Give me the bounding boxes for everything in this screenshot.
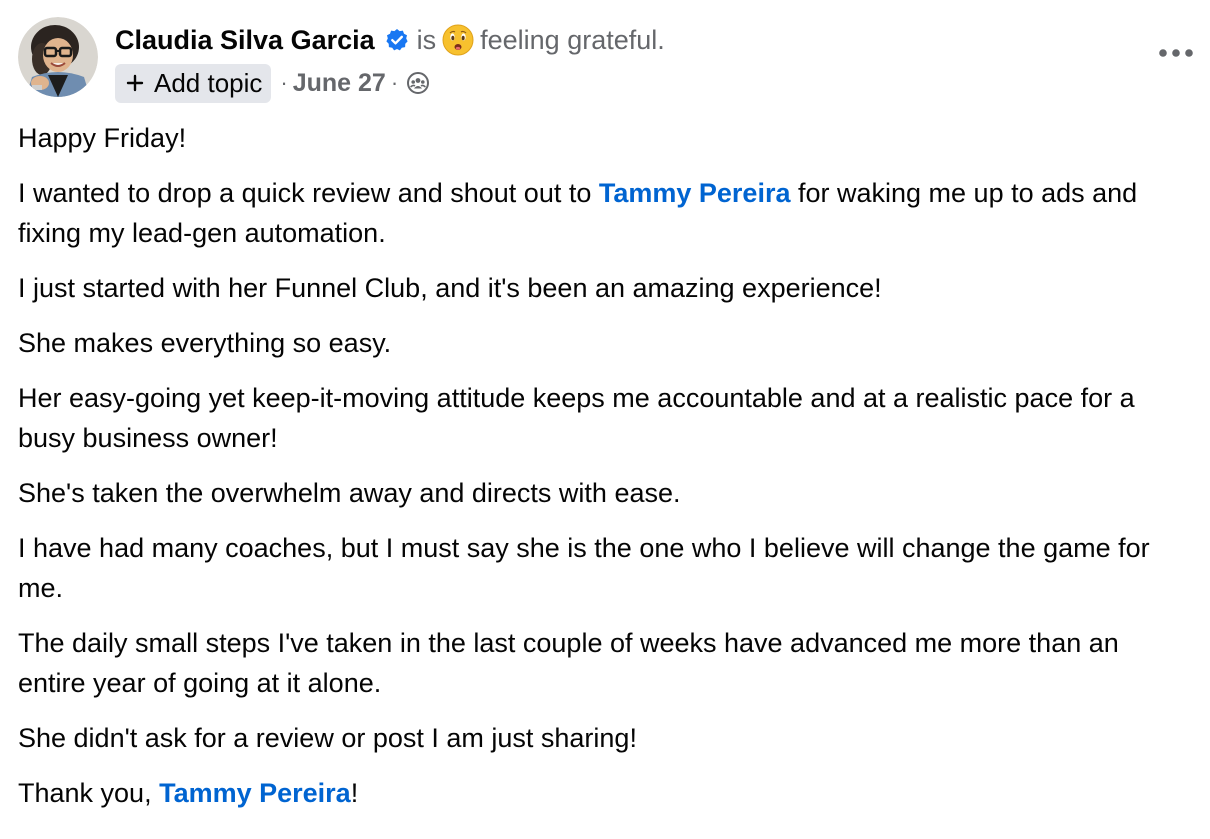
post-paragraph: Thank you, Tammy Pereira! bbox=[18, 773, 1193, 813]
plus-icon bbox=[125, 73, 145, 93]
paragraph-text: Thank you, bbox=[18, 778, 160, 808]
paragraph-text: ! bbox=[350, 778, 359, 808]
post-paragraph: Happy Friday! bbox=[18, 123, 187, 153]
post-paragraph: The daily small steps I've taken in the … bbox=[18, 628, 1119, 698]
feeling-text[interactable]: feeling grateful. bbox=[480, 25, 665, 56]
mention-link[interactable]: Tammy Pereira bbox=[159, 778, 351, 808]
author-avatar[interactable] bbox=[18, 17, 98, 97]
post-paragraph: She didn't ask for a review or post I am… bbox=[18, 723, 637, 753]
post-paragraph: Her easy-going yet keep-it-moving attitu… bbox=[18, 383, 1135, 453]
author-name[interactable]: Claudia Silva Garcia bbox=[115, 25, 375, 56]
post-body: Happy Friday! I wanted to drop a quick r… bbox=[18, 118, 1193, 828]
post-paragraph: I have had many coaches, but I must say … bbox=[18, 533, 1150, 603]
post-header-title: Claudia Silva Garcia is feeling grateful… bbox=[115, 22, 665, 58]
add-topic-button[interactable]: Add topic bbox=[115, 63, 272, 103]
paragraph-text: I wanted to drop a quick review and shou… bbox=[18, 178, 599, 208]
grateful-face-emoji-icon bbox=[442, 24, 474, 56]
post-meta: Add topic · June 27 · bbox=[115, 63, 430, 103]
feeling-prefix: is bbox=[416, 24, 437, 55]
more-options-button[interactable] bbox=[1154, 36, 1198, 70]
post-date[interactable]: June 27 bbox=[293, 69, 386, 98]
post-paragraph: I just started with her Funnel Club, and… bbox=[18, 273, 882, 303]
add-topic-label: Add topic bbox=[154, 67, 263, 98]
mention-link[interactable]: Tammy Pereira bbox=[599, 178, 791, 208]
group-members-icon[interactable] bbox=[406, 71, 430, 95]
post-paragraph: I wanted to drop a quick review and shou… bbox=[18, 173, 1193, 253]
feed-post: Claudia Silva Garcia is feeling grateful… bbox=[0, 0, 1210, 839]
verified-badge-icon bbox=[385, 28, 409, 52]
more-options-icon bbox=[1159, 49, 1193, 57]
post-paragraph: She's taken the overwhelm away and direc… bbox=[18, 478, 681, 508]
meta-separator: · bbox=[390, 70, 399, 95]
post-paragraph: She makes everything so easy. bbox=[18, 328, 392, 358]
person-avatar-photo-icon bbox=[18, 17, 98, 97]
meta-separator: · bbox=[280, 70, 288, 95]
